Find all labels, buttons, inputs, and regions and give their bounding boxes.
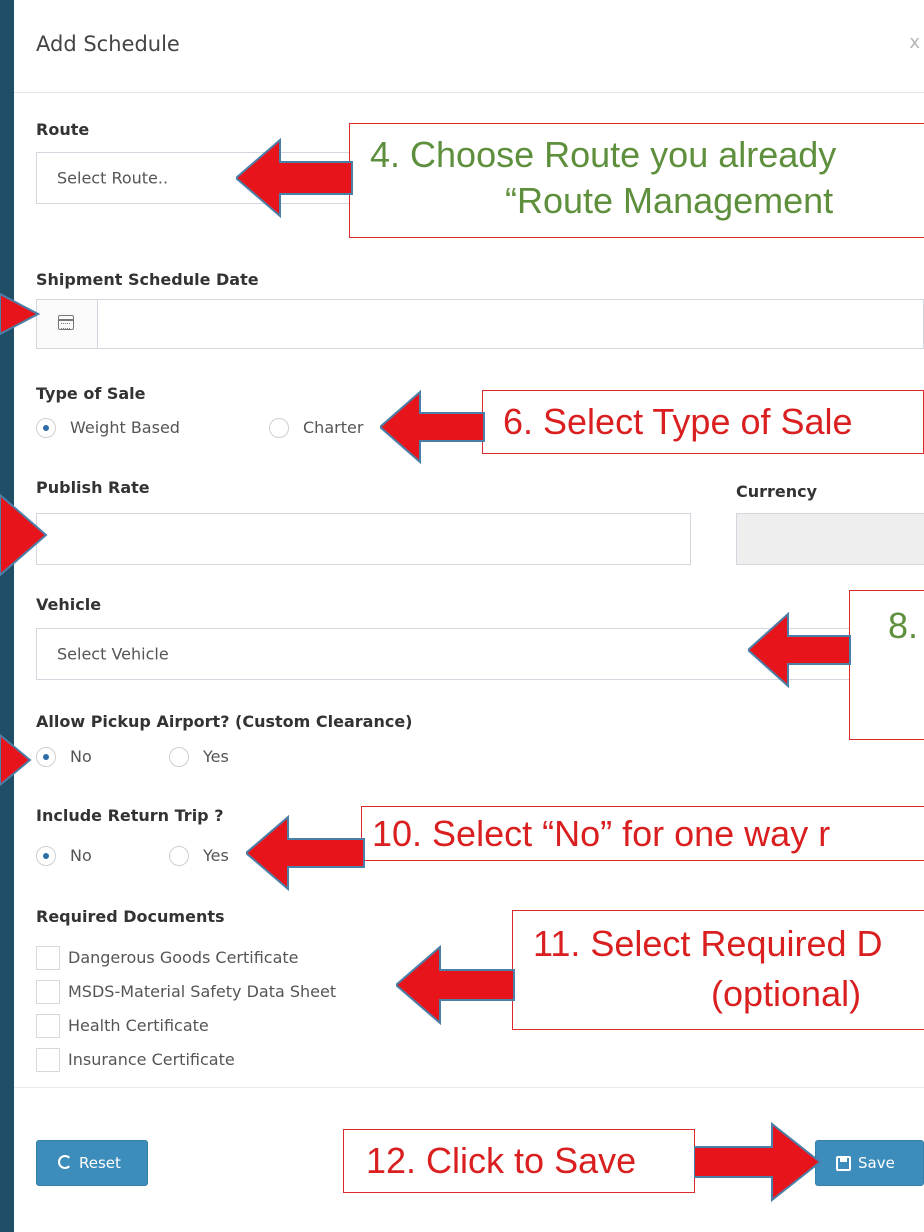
save-button-label: Save [858, 1154, 895, 1172]
radio-weight-based[interactable] [36, 418, 56, 438]
calendar-icon [58, 315, 74, 330]
radio-charter[interactable] [269, 418, 289, 438]
calendar-addon[interactable] [37, 300, 98, 348]
schedule-date-input[interactable] [36, 299, 924, 349]
publish-rate-input[interactable] [36, 513, 691, 565]
route-placeholder: Select Route.. [57, 168, 169, 188]
callout-step8: 8. [849, 590, 924, 740]
checkbox-dangerous-goods[interactable] [36, 946, 60, 970]
checkbox-health-certificate[interactable] [36, 1014, 60, 1038]
arrow-left-route [236, 138, 353, 218]
radio-pickup-yes[interactable] [169, 747, 189, 767]
route-label: Route [36, 120, 90, 139]
callout-step8-text: 8. [888, 605, 919, 646]
callout-step4: 4. Choose Route you already “Route Manag… [349, 123, 924, 238]
return-no-label: No [70, 846, 92, 865]
health-certificate-label: Health Certificate [68, 1016, 209, 1035]
arrow-left-required-docs [396, 945, 515, 1025]
save-button[interactable]: Save [815, 1140, 924, 1186]
radio-return-yes[interactable] [169, 846, 189, 866]
return-yes-label: Yes [203, 846, 229, 865]
arrow-right-date [0, 292, 40, 336]
radio-pickup-no[interactable] [36, 747, 56, 767]
arrow-left-type-of-sale [380, 390, 485, 464]
required-docs-label: Required Documents [36, 907, 225, 926]
arrow-left-vehicle [748, 612, 851, 688]
callout-step4-line1: 4. Choose Route you already [370, 134, 837, 175]
modal-title: Add Schedule [36, 32, 180, 56]
callout-step6-text: 6. Select Type of Sale [503, 401, 853, 442]
currency-field [736, 513, 924, 565]
callout-step10: 10. Select “No” for one way r [361, 806, 924, 861]
msds-label: MSDS-Material Safety Data Sheet [68, 982, 337, 1001]
refresh-icon [58, 1155, 72, 1169]
callout-step12-text: 12. Click to Save [366, 1140, 637, 1181]
callout-step4-line2: “Route Management [505, 180, 834, 221]
arrow-left-return-trip [246, 815, 365, 891]
return-trip-label: Include Return Trip ? [36, 806, 224, 825]
charter-label: Charter [303, 418, 364, 437]
reset-button-label: Reset [79, 1154, 121, 1172]
modal-header: Add Schedule x [14, 0, 924, 93]
checkbox-insurance-certificate[interactable] [36, 1048, 60, 1072]
type-of-sale-label: Type of Sale [36, 384, 146, 403]
close-button[interactable]: x [909, 32, 920, 53]
pickup-airport-label: Allow Pickup Airport? (Custom Clearance) [36, 712, 413, 731]
pickup-yes-label: Yes [203, 747, 229, 766]
arrow-right-save [694, 1122, 822, 1202]
arrow-right-publish-rate [0, 493, 48, 577]
callout-step12: 12. Click to Save [343, 1129, 695, 1193]
callout-step11-line2: (optional) [711, 973, 862, 1014]
callout-step11-line1: 11. Select Required D [533, 923, 883, 964]
vehicle-placeholder: Select Vehicle [57, 644, 169, 664]
vehicle-label: Vehicle [36, 595, 102, 614]
publish-rate-label: Publish Rate [36, 478, 150, 497]
insurance-certificate-label: Insurance Certificate [68, 1050, 235, 1069]
dangerous-goods-label: Dangerous Goods Certificate [68, 948, 299, 967]
weight-based-label: Weight Based [70, 418, 180, 437]
schedule-date-label: Shipment Schedule Date [36, 270, 259, 289]
pickup-no-label: No [70, 747, 92, 766]
floppy-disk-icon [836, 1156, 851, 1171]
vehicle-select[interactable]: Select Vehicle [36, 628, 856, 680]
radio-return-no[interactable] [36, 846, 56, 866]
checkbox-msds[interactable] [36, 980, 60, 1004]
arrow-right-pickup [0, 733, 32, 787]
currency-label: Currency [736, 482, 818, 501]
callout-step6: 6. Select Type of Sale [482, 390, 924, 454]
reset-button[interactable]: Reset [36, 1140, 148, 1186]
callout-step11: 11. Select Required D (optional) [512, 910, 924, 1030]
callout-step10-text: 10. Select “No” for one way r [372, 813, 831, 854]
